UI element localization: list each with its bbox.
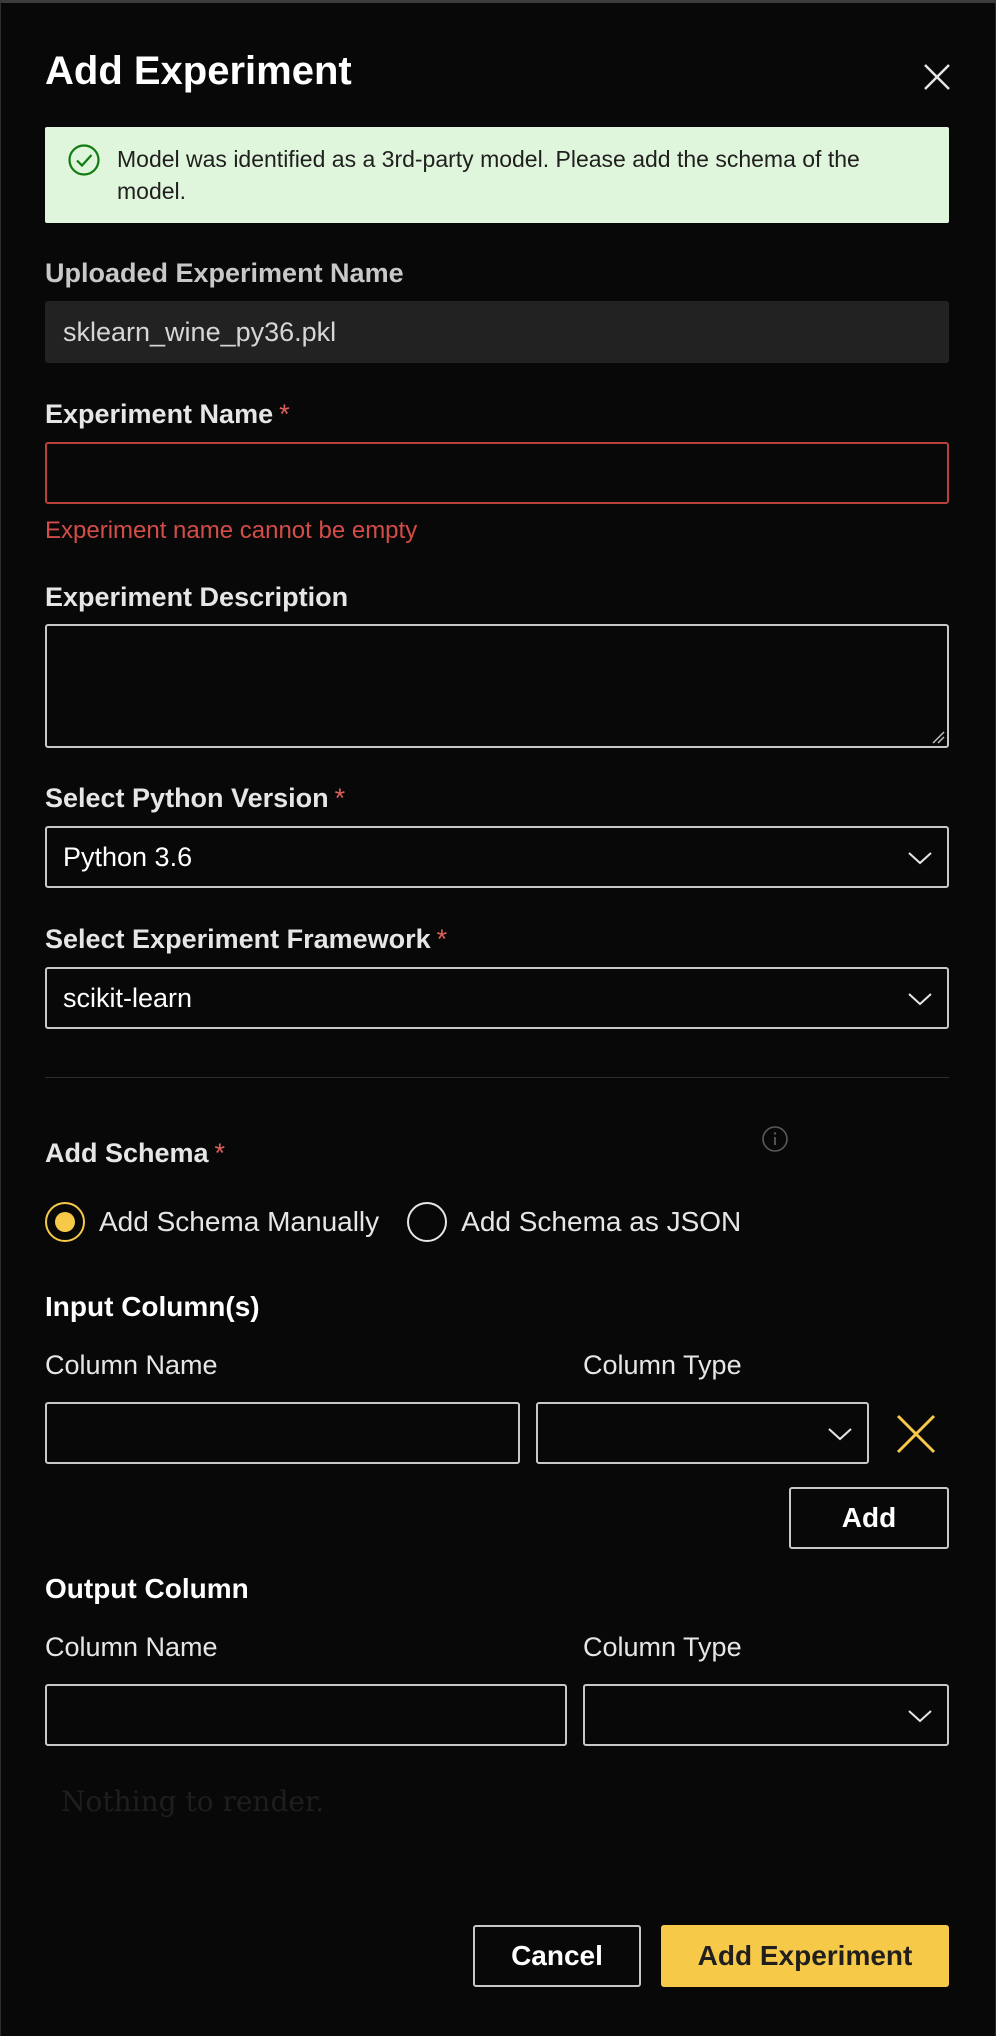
section-divider [45,1077,949,1078]
close-icon [924,64,950,90]
chevron-down-icon [908,993,932,1006]
add-column-button[interactable]: Add [789,1487,949,1549]
input-column-name-label: Column Name [45,1350,218,1380]
radio-button-selected[interactable] [45,1202,85,1242]
required-mark: * [436,924,448,954]
output-column-title: Output Column [45,1573,249,1604]
required-mark: * [214,1138,226,1168]
required-mark: * [279,399,290,429]
experiment-description-label: Experiment Description [45,582,349,612]
input-column-type-label: Column Type [583,1350,742,1380]
uploaded-name-value: sklearn_wine_py36.pkl [63,316,337,347]
framework-select[interactable]: scikit-learn [45,967,949,1029]
python-version-value: Python 3.6 [63,841,193,872]
framework-label: Select Experiment Framework * [45,924,448,954]
add-experiment-button[interactable]: Add Experiment [661,1925,949,1987]
experiment-name-error: Experiment name cannot be empty [45,517,418,544]
radio-add-schema-json[interactable]: Add Schema as JSON [407,1202,741,1242]
experiment-description-input[interactable] [45,624,949,748]
cancel-button[interactable]: Cancel [473,1925,641,1987]
experiment-name-input[interactable] [45,442,949,504]
input-column-type-select[interactable] [536,1402,869,1464]
close-button[interactable] [917,57,957,97]
dialog-title: Add Experiment [45,49,352,93]
empty-render-placeholder: Nothing to render. [61,1785,325,1818]
required-mark: * [334,783,346,813]
uploaded-name-field: sklearn_wine_py36.pkl [45,301,949,363]
chevron-down-icon [828,1428,852,1441]
radio-button[interactable] [407,1202,448,1242]
radio-add-schema-manually[interactable]: Add Schema Manually [45,1202,379,1242]
success-banner: Model was identified as a 3rd-party mode… [45,127,949,223]
schema-radio-group: Add Schema Manually Add Schema as JSON [45,1201,769,1243]
output-column-type-select[interactable] [583,1684,949,1746]
python-version-label: Select Python Version * [45,783,346,813]
output-column-type-label: Column Type [583,1632,742,1662]
check-circle-icon [68,144,100,176]
info-icon[interactable] [761,1125,789,1153]
chevron-down-icon [908,852,932,865]
framework-value: scikit-learn [63,982,193,1013]
banner-message: Model was identified as a 3rd-party mode… [117,146,860,204]
uploaded-name-label: Uploaded Experiment Name [45,258,404,288]
add-schema-label: Add Schema * [45,1138,226,1168]
experiment-name-label: Experiment Name * [45,399,290,429]
output-column-name-label: Column Name [45,1632,218,1662]
python-version-select[interactable]: Python 3.6 [45,826,949,888]
input-column-name-input[interactable] [45,1402,520,1464]
resize-grip-icon[interactable] [929,728,945,744]
output-column-name-input[interactable] [45,1684,567,1746]
remove-row-icon[interactable] [893,1411,939,1457]
add-experiment-dialog: Add Experiment Model was identified as a… [0,0,996,2036]
chevron-down-icon [908,1710,932,1723]
input-columns-title: Input Column(s) [45,1291,260,1322]
